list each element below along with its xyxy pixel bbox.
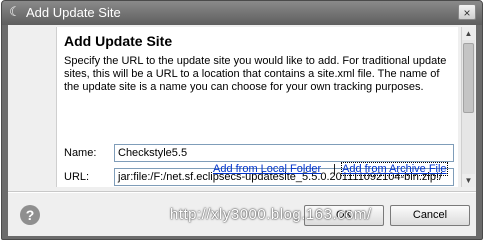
url-label: URL:	[64, 171, 90, 183]
watermark-text: http://xly3000.blog.163.com/	[170, 206, 372, 223]
vertical-scrollbar[interactable]: ▲ ▼	[461, 27, 475, 187]
scroll-thumb[interactable]	[463, 43, 474, 113]
link-separator: |	[333, 163, 336, 175]
window-title: Add Update Site	[26, 5, 121, 20]
dialog-body: Add Update Site Specify the URL to the u…	[8, 25, 476, 236]
scroll-up-arrow-icon[interactable]: ▲	[462, 27, 475, 40]
banner-heading: Add Update Site	[64, 33, 173, 49]
help-icon[interactable]: ?	[20, 205, 40, 225]
name-label: Name:	[64, 147, 97, 159]
name-input[interactable]: Checkstyle5.5	[114, 144, 454, 162]
add-from-archive-file-link[interactable]: Add from Archive File	[341, 162, 448, 176]
add-from-local-folder-link[interactable]: Add from Local Folder	[213, 163, 321, 175]
scroll-down-arrow-icon[interactable]: ▼	[462, 174, 475, 187]
cancel-button[interactable]: Cancel	[390, 205, 470, 226]
banner-description: Specify the URL to the update site you w…	[64, 55, 447, 93]
eclipse-logo-icon: ☾	[9, 4, 21, 19]
close-button[interactable]: ×	[458, 4, 476, 20]
add-update-site-dialog: ☾ Add Update Site × Add Update Site Spec…	[1, 0, 483, 240]
footer-divider	[8, 191, 476, 193]
title-bar[interactable]: ☾ Add Update Site ×	[2, 1, 482, 25]
